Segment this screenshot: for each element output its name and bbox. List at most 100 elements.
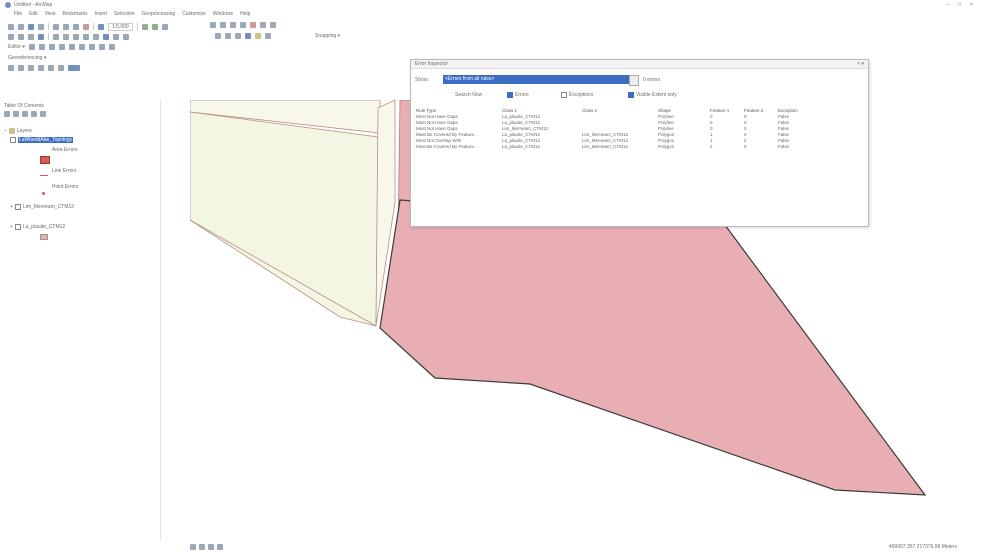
data-view-icon[interactable] xyxy=(190,544,196,550)
new-icon[interactable] xyxy=(8,23,14,30)
tool-e-icon[interactable] xyxy=(48,64,54,71)
menu-customize[interactable]: Customize xyxy=(182,11,206,17)
reshape-icon[interactable] xyxy=(98,43,105,50)
font-bold-icon[interactable] xyxy=(215,33,221,39)
menu-geoprocessing[interactable]: Geoprocessing xyxy=(142,11,176,17)
error-polygon[interactable] xyxy=(379,199,927,496)
table-row[interactable]: Must Be Covered By Feature... La_plauite… xyxy=(414,144,862,150)
topology-layer-item[interactable]: LaWheddAbe_Topology xyxy=(10,137,74,143)
lim-visibility-checkbox[interactable] xyxy=(14,204,21,210)
select-elements-icon[interactable] xyxy=(93,33,99,40)
paste-icon[interactable] xyxy=(73,23,79,30)
collapse-icon[interactable]: – xyxy=(4,128,7,134)
menu-help[interactable]: Help xyxy=(240,11,250,17)
zoom-in-icon[interactable] xyxy=(8,33,14,40)
line-color-icon[interactable] xyxy=(265,33,271,39)
list-by-selection-icon[interactable] xyxy=(31,111,37,117)
tool-c-icon[interactable] xyxy=(28,64,34,71)
python-icon[interactable] xyxy=(161,23,168,30)
scale-box[interactable]: 1:5,000 xyxy=(108,22,133,31)
straight-segment-icon[interactable] xyxy=(48,43,55,50)
parcels-layer-label[interactable]: La_plauite_CTM12 xyxy=(23,224,65,230)
menu-edit[interactable]: Edit xyxy=(29,11,38,17)
back-icon[interactable] xyxy=(53,33,59,40)
identify-icon[interactable] xyxy=(103,33,109,40)
tool-f-icon[interactable] xyxy=(58,64,64,71)
find-icon[interactable] xyxy=(113,33,119,40)
snapping-menu[interactable]: Snapping ▾ xyxy=(315,33,340,39)
point-icon[interactable] xyxy=(78,43,85,50)
select-features-icon[interactable] xyxy=(73,33,79,40)
font-underline-icon[interactable] xyxy=(235,33,241,39)
error-inspector-icon[interactable] xyxy=(260,22,266,28)
dialog-title-bar[interactable]: Error Inspector × ▾ xyxy=(411,60,868,69)
layout-view-icon[interactable] xyxy=(199,544,205,550)
menu-insert[interactable]: Insert xyxy=(94,11,107,17)
menu-bookmarks[interactable]: Bookmarks xyxy=(62,11,87,17)
dropdown-arrow-icon[interactable] xyxy=(629,75,639,86)
tool-a-icon[interactable] xyxy=(8,64,14,71)
map-topology-icon[interactable] xyxy=(220,22,226,28)
open-icon[interactable] xyxy=(18,23,24,30)
show-dropdown[interactable]: <Errors from all rules> xyxy=(443,75,629,84)
layers-node[interactable]: – Layers xyxy=(4,128,32,134)
fill-color-icon[interactable] xyxy=(255,33,261,39)
edit-annotation-icon[interactable] xyxy=(38,43,45,50)
lim-layer-item[interactable]: + Lim_Merneam_CTM12 xyxy=(10,204,74,210)
validate-topology-icon[interactable] xyxy=(230,22,236,28)
exceptions-checkbox[interactable] xyxy=(561,92,567,98)
menu-windows[interactable]: Windows xyxy=(213,11,233,17)
add-data-icon[interactable] xyxy=(98,23,104,30)
expand-icon[interactable]: + xyxy=(10,224,13,230)
trace-icon[interactable] xyxy=(68,43,75,50)
edit-tool-icon[interactable] xyxy=(28,43,35,50)
expand-icon[interactable]: + xyxy=(10,204,13,210)
neighbor-parcel-main[interactable] xyxy=(189,111,379,327)
error-inspector-dialog[interactable]: Error Inspector × ▾ Show: <Errors from a… xyxy=(410,59,869,227)
dialog-close-icon[interactable]: × ▾ xyxy=(857,61,864,67)
topology-visibility-checkbox[interactable] xyxy=(10,137,16,143)
fix-topology-error-icon[interactable] xyxy=(250,22,256,28)
refresh-icon[interactable] xyxy=(208,544,214,550)
cut-polygons-icon[interactable] xyxy=(108,43,115,50)
save-icon[interactable] xyxy=(28,23,34,30)
delete-icon[interactable] xyxy=(83,23,89,30)
minimize-button[interactable]: – xyxy=(946,2,949,8)
topology-layer-label[interactable]: LaWheddAbe_Topology xyxy=(18,137,74,143)
print-icon[interactable] xyxy=(38,23,44,30)
forward-icon[interactable] xyxy=(63,33,69,40)
maximize-button[interactable]: □ xyxy=(958,2,961,8)
catalog-icon[interactable] xyxy=(141,23,148,30)
lim-layer-label[interactable]: Lim_Merneam_CTM12 xyxy=(23,204,74,210)
pause-drawing-icon[interactable] xyxy=(217,544,223,550)
list-by-visibility-icon[interactable] xyxy=(22,111,28,117)
full-extent-icon[interactable] xyxy=(38,33,44,40)
menu-selection[interactable]: Selection xyxy=(114,11,135,17)
editor-menu[interactable]: Editor ▾ xyxy=(8,44,25,50)
cut-icon[interactable] xyxy=(53,23,59,30)
arctoolbox-icon[interactable] xyxy=(151,23,158,30)
georeferencing-menu[interactable]: Georeferencing ▾ xyxy=(8,55,46,61)
topology-tool-icon[interactable] xyxy=(210,22,216,28)
font-italic-icon[interactable] xyxy=(225,33,231,39)
copy-icon[interactable] xyxy=(63,23,69,30)
tool-d-icon[interactable] xyxy=(38,64,44,71)
toc-options-icon[interactable] xyxy=(40,111,46,117)
menu-view[interactable]: View xyxy=(45,11,56,17)
shared-features-icon[interactable] xyxy=(270,22,276,28)
search-now-button[interactable]: Search Now xyxy=(455,92,482,98)
endpoint-arc-icon[interactable] xyxy=(58,43,65,50)
pan-icon[interactable] xyxy=(28,33,34,40)
visible-extent-checkbox[interactable] xyxy=(628,92,634,98)
validate-extent-icon[interactable] xyxy=(240,22,246,28)
errors-checkbox[interactable] xyxy=(507,92,513,98)
list-by-drawing-order-icon[interactable] xyxy=(4,111,10,117)
close-button[interactable]: × xyxy=(970,2,973,8)
parcels-layer-item[interactable]: + La_plauite_CTM12 xyxy=(10,224,65,230)
measure-icon[interactable] xyxy=(123,33,129,40)
clear-selection-icon[interactable] xyxy=(83,33,89,40)
menu-file[interactable]: File xyxy=(14,11,22,17)
edit-vertices-icon[interactable] xyxy=(88,43,95,50)
tool-b-icon[interactable] xyxy=(18,64,24,71)
parcels-visibility-checkbox[interactable] xyxy=(14,224,21,230)
